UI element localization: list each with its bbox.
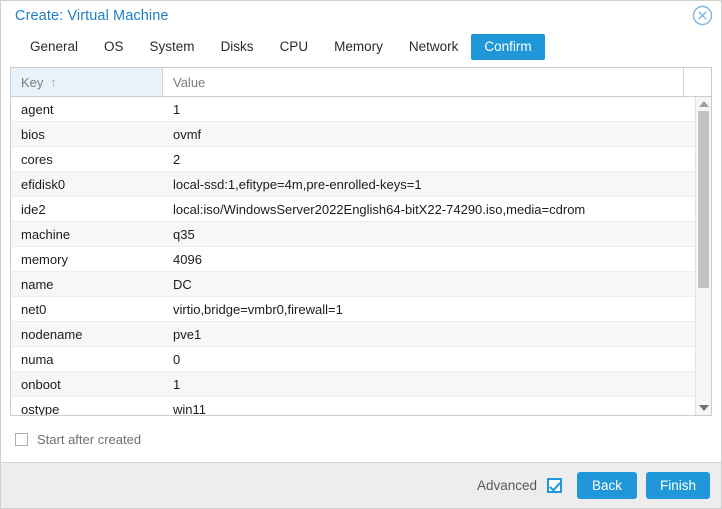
dialog-footer: Advanced Back Finish	[1, 462, 721, 508]
cell-value: 1	[173, 376, 181, 392]
finish-button[interactable]: Finish	[645, 472, 710, 499]
table-row[interactable]: ide2 local:iso/WindowsServer2022English64…	[11, 197, 695, 222]
grid-scrollbar[interactable]	[695, 97, 711, 415]
table-row[interactable]: bios ovmf	[11, 122, 695, 147]
tab-os[interactable]: OS	[91, 34, 137, 60]
cell-key: nodename	[21, 326, 83, 342]
cell-value: ovmf	[173, 126, 202, 142]
page-title: Create: Virtual Machine	[15, 7, 169, 24]
cell-key: cores	[21, 151, 53, 167]
table-row[interactable]: agent 1	[11, 97, 695, 122]
scroll-down-arrow-icon[interactable]	[696, 401, 712, 415]
summary-grid: Key ↑ Value agent 1 bios ovmf cores 2 efidisk0…	[10, 67, 712, 416]
back-button[interactable]: Back	[576, 472, 637, 499]
cell-key: bios	[21, 126, 45, 142]
scrollbar-thumb[interactable]	[697, 111, 709, 288]
table-row[interactable]: net0 virtio,bridge=vmbr0,firewall=1	[11, 297, 695, 322]
wizard-tabbar: General OS System Disks CPU Memory Netwo…	[1, 30, 721, 64]
tab-system[interactable]: System	[137, 34, 208, 60]
column-header-value-label: Value	[173, 74, 206, 90]
tab-network[interactable]: Network	[396, 34, 472, 60]
table-row[interactable]: cores 2	[11, 147, 695, 172]
cell-key: ostype	[21, 401, 60, 416]
cell-value: q35	[173, 226, 195, 242]
cell-key: ide2	[21, 201, 46, 217]
cell-value: DC	[173, 276, 192, 292]
table-row[interactable]: numa 0	[11, 347, 695, 372]
cell-key: memory	[21, 251, 68, 267]
start-after-created-label: Start after created	[37, 431, 142, 447]
cell-key: onboot	[21, 376, 61, 392]
advanced-checkbox[interactable]	[546, 478, 562, 493]
column-header-key[interactable]: Key ↑	[11, 68, 163, 96]
cell-key: numa	[21, 351, 54, 367]
create-vm-dialog: Create: Virtual Machine General OS Syste…	[0, 0, 722, 509]
cell-key: agent	[21, 101, 54, 117]
column-header-value[interactable]: Value	[163, 68, 684, 96]
cell-key: net0	[21, 301, 47, 317]
start-after-created-checkbox[interactable]	[15, 432, 28, 446]
dialog-titlebar: Create: Virtual Machine	[1, 1, 721, 30]
table-row[interactable]: nodename pve1	[11, 322, 695, 347]
advanced-label: Advanced	[476, 478, 537, 493]
tab-cpu[interactable]: CPU	[267, 34, 322, 60]
grid-body: agent 1 bios ovmf cores 2 efidisk0 local-ssd:1,…	[11, 97, 711, 415]
grid-rows: agent 1 bios ovmf cores 2 efidisk0 local-ssd:1,…	[11, 97, 695, 415]
table-row[interactable]: memory 4096	[11, 247, 695, 272]
confirm-panel: Key ↑ Value agent 1 bios ovmf cores 2 efidisk0…	[1, 64, 721, 462]
cell-value: virtio,bridge=vmbr0,firewall=1	[173, 301, 343, 317]
tab-disks[interactable]: Disks	[208, 34, 267, 60]
table-row[interactable]: efidisk0 local-ssd:1,efitype=4m,pre-enrol…	[11, 172, 695, 197]
cell-key: efidisk0	[21, 176, 66, 192]
cell-value: pve1	[173, 326, 202, 342]
cell-value: 0	[173, 351, 181, 367]
table-row[interactable]: machine q35	[11, 222, 695, 247]
cell-key: machine	[21, 226, 71, 242]
table-row[interactable]: ostype win11	[11, 397, 695, 415]
tab-general[interactable]: General	[17, 34, 91, 60]
tab-memory[interactable]: Memory	[321, 34, 396, 60]
scrollbar-track[interactable]	[696, 111, 712, 401]
cell-value: 4096	[173, 251, 202, 267]
table-row[interactable]: name DC	[11, 272, 695, 297]
grid-header-row: Key ↑ Value	[11, 68, 711, 97]
cell-value: win11	[173, 401, 207, 416]
scroll-up-arrow-icon[interactable]	[696, 97, 712, 111]
cell-key: name	[21, 276, 54, 292]
cell-value: 2	[173, 151, 181, 167]
column-header-key-label: Key	[21, 74, 44, 90]
cell-value: local:iso/WindowsServer2022English64-bit…	[173, 201, 586, 217]
sort-ascending-icon: ↑	[50, 75, 57, 89]
column-header-filler	[684, 68, 711, 96]
cell-value: local-ssd:1,efitype=4m,pre-enrolled-keys…	[173, 176, 422, 192]
start-after-created-row: Start after created	[10, 416, 712, 462]
close-icon[interactable]	[692, 5, 713, 26]
tab-confirm[interactable]: Confirm	[471, 34, 545, 60]
table-row[interactable]: onboot 1	[11, 372, 695, 397]
cell-value: 1	[173, 101, 181, 117]
